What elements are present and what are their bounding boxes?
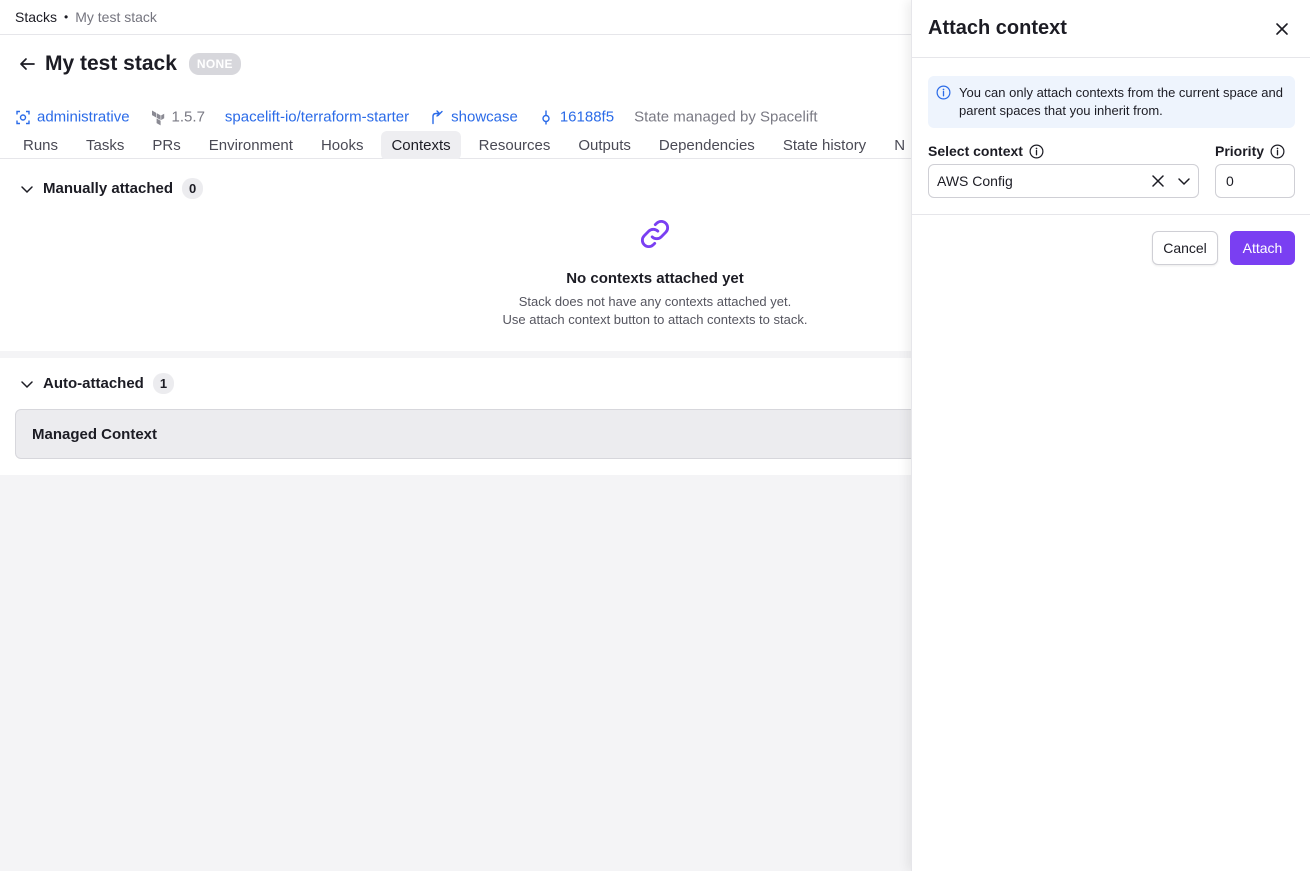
stack-header: My test stack NONE administrative 1.5.7 … xyxy=(0,35,911,160)
tab-prs[interactable]: PRs xyxy=(142,131,190,160)
breadcrumb-current: My test stack xyxy=(75,9,157,25)
branch-name: showcase xyxy=(451,108,518,126)
commit-link[interactable]: 16188f5 xyxy=(538,109,614,126)
link-icon xyxy=(641,220,669,248)
drawer-title: Attach context xyxy=(928,17,1067,39)
chevron-down-icon xyxy=(20,377,34,391)
state-note-text: State managed by Spacelift xyxy=(634,108,818,126)
info-text: You can only attach contexts from the cu… xyxy=(959,85,1283,118)
breadcrumb: Stacks • My test stack xyxy=(0,0,911,35)
tab-tasks[interactable]: Tasks xyxy=(76,131,134,160)
tab-dependencies[interactable]: Dependencies xyxy=(649,131,765,160)
space-link[interactable]: administrative xyxy=(15,109,130,126)
priority-label-text: Priority xyxy=(1215,143,1265,159)
state-badge: NONE xyxy=(188,53,241,75)
select-context-label: Select context xyxy=(928,143,1044,159)
attach-context-drawer: Attach context You can only attach conte… xyxy=(911,0,1310,871)
context-select-value: AWS Config xyxy=(937,173,1013,189)
breadcrumb-stacks-link[interactable]: Stacks xyxy=(15,9,57,25)
info-icon xyxy=(936,85,951,100)
manually-attached-title: Manually attached xyxy=(43,180,174,197)
tab-hooks[interactable]: Hooks xyxy=(311,131,374,160)
space-icon xyxy=(16,110,30,124)
branch-icon xyxy=(432,109,443,124)
breadcrumb-separator: • xyxy=(64,10,69,24)
empty-state-line-2: Use attach context button to attach cont… xyxy=(502,312,808,327)
back-arrow-icon[interactable] xyxy=(17,54,37,74)
auto-attached-title: Auto-attached xyxy=(43,375,144,392)
tab-state-history[interactable]: State history xyxy=(773,131,876,160)
stack-meta: administrative 1.5.7 spacelift-io/terraf… xyxy=(15,109,838,126)
priority-input[interactable] xyxy=(1215,164,1295,198)
manually-attached-section: Manually attached 0 No contexts attached… xyxy=(0,159,911,351)
commit-sha: 16188f5 xyxy=(559,108,615,126)
repository-name: spacelift-io/terraform-starter xyxy=(224,108,410,126)
select-context-label-text: Select context xyxy=(928,143,1023,159)
commit-icon xyxy=(542,110,550,124)
repository-link[interactable]: spacelift-io/terraform-starter xyxy=(225,109,409,126)
title-row: My test stack NONE xyxy=(17,52,241,76)
auto-attached-count: 1 xyxy=(152,373,175,394)
attach-button[interactable]: Attach xyxy=(1230,231,1295,265)
info-callout: You can only attach contexts from the cu… xyxy=(928,76,1295,128)
chevron-down-icon xyxy=(20,182,34,196)
terraform-icon xyxy=(151,110,164,125)
tab-resources[interactable]: Resources xyxy=(469,131,561,160)
tab-runs[interactable]: Runs xyxy=(13,131,68,160)
empty-state-title: No contexts attached yet xyxy=(566,270,744,287)
tool-version-text: 1.5.7 xyxy=(171,108,205,126)
manually-attached-count: 0 xyxy=(182,178,204,199)
context-select[interactable]: AWS Config xyxy=(928,164,1199,198)
empty-state: No contexts attached yet Stack does not … xyxy=(0,217,911,329)
empty-state-line-1: Stack does not have any contexts attache… xyxy=(518,294,792,309)
branch-link[interactable]: showcase xyxy=(429,109,518,126)
close-icon[interactable] xyxy=(1270,17,1294,41)
tool-version: 1.5.7 xyxy=(150,109,205,126)
auto-attached-section: Auto-attached 1 Managed Context xyxy=(0,358,911,475)
priority-label: Priority xyxy=(1215,143,1285,159)
state-note: State managed by Spacelift xyxy=(634,109,817,126)
context-row[interactable]: Managed Context xyxy=(15,409,911,459)
space-name: administrative xyxy=(37,108,130,126)
info-icon[interactable] xyxy=(1270,144,1285,159)
clear-icon[interactable] xyxy=(1146,169,1170,193)
context-name: Managed Context xyxy=(32,425,158,443)
cancel-button[interactable]: Cancel xyxy=(1152,231,1218,265)
empty-state-text: Stack does not have any contexts attache… xyxy=(0,293,911,329)
page-title: My test stack xyxy=(45,52,177,75)
chevron-down-icon[interactable] xyxy=(1172,169,1196,193)
stack-tabs: Runs Tasks PRs Environment Hooks Context… xyxy=(13,131,911,160)
tab-truncated[interactable]: N xyxy=(884,131,911,160)
drawer-divider xyxy=(912,214,1310,215)
info-icon[interactable] xyxy=(1029,144,1044,159)
drawer-header: Attach context xyxy=(912,0,1310,58)
tab-environment[interactable]: Environment xyxy=(199,131,303,160)
auto-attached-header[interactable]: Auto-attached 1 xyxy=(20,373,175,394)
stack-page: Stacks • My test stack My test stack NON… xyxy=(0,0,911,871)
tab-outputs[interactable]: Outputs xyxy=(568,131,641,160)
manually-attached-header[interactable]: Manually attached 0 xyxy=(20,178,204,199)
tab-contexts[interactable]: Contexts xyxy=(381,131,461,160)
